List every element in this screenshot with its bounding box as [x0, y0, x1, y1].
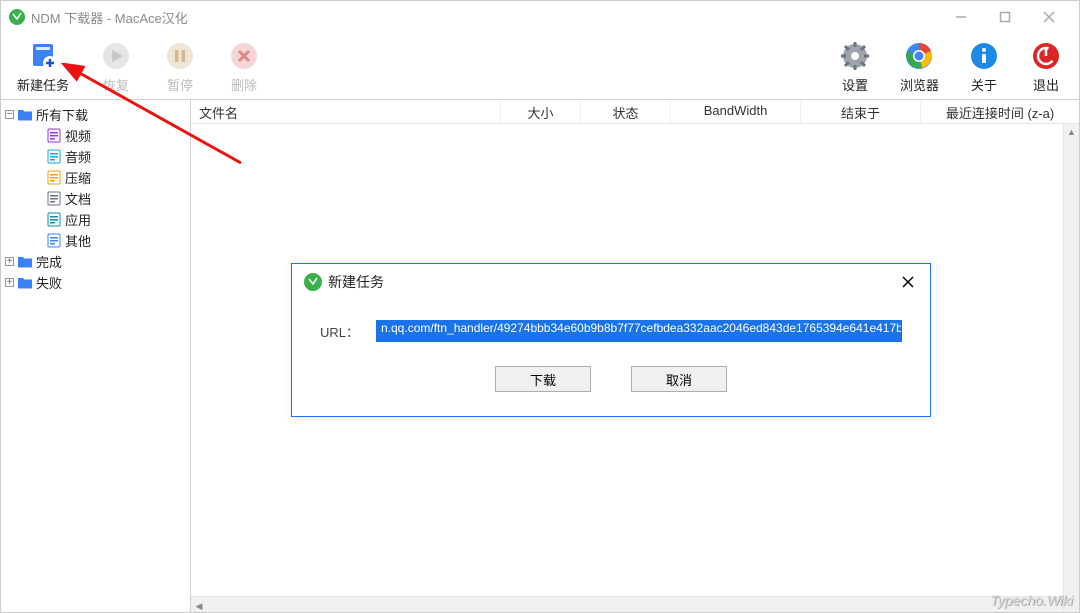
- tree-toggle-icon[interactable]: +: [5, 257, 14, 266]
- sidebar-item-label: 应用: [65, 210, 91, 229]
- sidebar-item-8[interactable]: + 失败: [1, 272, 190, 293]
- file-icon: [46, 192, 62, 206]
- folder-icon: [17, 108, 33, 122]
- col-bandwidth[interactable]: BandWidth: [671, 100, 801, 123]
- sidebar-item-label: 音频: [65, 147, 91, 166]
- resume-label: 恢复: [103, 75, 129, 94]
- resume-icon: [99, 39, 133, 73]
- table-header: 文件名 大小 状态 BandWidth 结束于 最近连接时间 (z-a): [191, 100, 1079, 124]
- about-label: 关于: [971, 75, 997, 94]
- sidebar-item-2[interactable]: 音频: [1, 146, 190, 167]
- dialog-title: 新建任务: [328, 272, 384, 292]
- sidebar-item-3[interactable]: 压缩: [1, 167, 190, 188]
- file-icon: [46, 213, 62, 227]
- settings-button[interactable]: 设置: [838, 39, 872, 94]
- browser-icon: [902, 39, 936, 73]
- dialog-icon: [304, 273, 322, 291]
- col-status[interactable]: 状态: [581, 100, 671, 123]
- sidebar-item-label: 视频: [65, 126, 91, 145]
- new-task-icon: [26, 39, 60, 73]
- sidebar-item-label: 失败: [36, 273, 62, 292]
- settings-label: 设置: [842, 75, 868, 94]
- browser-button[interactable]: 浏览器: [900, 39, 939, 94]
- toolbar: 新建任务 恢复 暂停 删除 设置: [1, 33, 1079, 99]
- maximize-button[interactable]: [983, 3, 1027, 31]
- sidebar-item-label: 其他: [65, 231, 91, 250]
- url-label: URL：: [320, 322, 366, 341]
- sidebar-item-0[interactable]: − 所有下载: [1, 104, 190, 125]
- sidebar-item-7[interactable]: + 完成: [1, 251, 190, 272]
- sidebar-item-1[interactable]: 视频: [1, 125, 190, 146]
- pause-button[interactable]: 暂停: [163, 39, 197, 94]
- exit-label: 退出: [1033, 75, 1059, 94]
- window-controls: [939, 3, 1071, 31]
- dialog-close-button[interactable]: [898, 272, 918, 292]
- delete-icon: [227, 39, 261, 73]
- about-icon: [967, 39, 1001, 73]
- sidebar-item-6[interactable]: 其他: [1, 230, 190, 251]
- dialog-titlebar: 新建任务: [292, 264, 930, 300]
- cancel-button[interactable]: 取消: [631, 366, 727, 392]
- delete-label: 删除: [231, 75, 257, 94]
- new-task-dialog: 新建任务 URL： n.qq.com/ftn_handler/49274bbb3…: [291, 263, 931, 417]
- tree-toggle-icon[interactable]: −: [5, 110, 14, 119]
- browser-label: 浏览器: [900, 75, 939, 94]
- delete-button[interactable]: 删除: [227, 39, 261, 94]
- folder-icon: [17, 276, 33, 290]
- sidebar-item-4[interactable]: 文档: [1, 188, 190, 209]
- file-icon: [46, 150, 62, 164]
- window-title: NDM 下载器 - MacAce汉化: [31, 8, 188, 27]
- resume-button[interactable]: 恢复: [99, 39, 133, 94]
- url-input[interactable]: n.qq.com/ftn_handler/49274bbb34e60b9b8b7…: [376, 320, 902, 342]
- titlebar: NDM 下载器 - MacAce汉化: [1, 1, 1079, 33]
- folder-icon: [17, 255, 33, 269]
- file-icon: [46, 129, 62, 143]
- minimize-button[interactable]: [939, 3, 983, 31]
- file-icon: [46, 234, 62, 248]
- pause-icon: [163, 39, 197, 73]
- new-task-label: 新建任务: [17, 75, 69, 94]
- col-end[interactable]: 结束于: [801, 100, 921, 123]
- settings-icon: [838, 39, 872, 73]
- sidebar-item-label: 文档: [65, 189, 91, 208]
- sidebar-item-label: 完成: [36, 252, 62, 271]
- sidebar-item-label: 所有下载: [36, 105, 88, 124]
- sidebar-item-label: 压缩: [65, 168, 91, 187]
- close-button[interactable]: [1027, 3, 1071, 31]
- col-size[interactable]: 大小: [501, 100, 581, 123]
- horizontal-scrollbar[interactable]: ◀: [191, 596, 1063, 612]
- vertical-scrollbar[interactable]: ▲: [1063, 124, 1079, 612]
- exit-button[interactable]: 退出: [1029, 39, 1063, 94]
- exit-icon: [1029, 39, 1063, 73]
- download-button[interactable]: 下载: [495, 366, 591, 392]
- pause-label: 暂停: [167, 75, 193, 94]
- file-icon: [46, 171, 62, 185]
- col-filename[interactable]: 文件名: [191, 100, 501, 123]
- col-recent[interactable]: 最近连接时间 (z-a): [921, 100, 1079, 123]
- app-icon: [9, 9, 25, 25]
- sidebar: − 所有下载视频音频压缩文档应用其他 + 完成 + 失败: [1, 99, 191, 612]
- watermark: Typecho.Wiki: [990, 592, 1073, 608]
- tree-toggle-icon[interactable]: +: [5, 278, 14, 287]
- sidebar-item-5[interactable]: 应用: [1, 209, 190, 230]
- about-button[interactable]: 关于: [967, 39, 1001, 94]
- new-task-button[interactable]: 新建任务: [17, 39, 69, 94]
